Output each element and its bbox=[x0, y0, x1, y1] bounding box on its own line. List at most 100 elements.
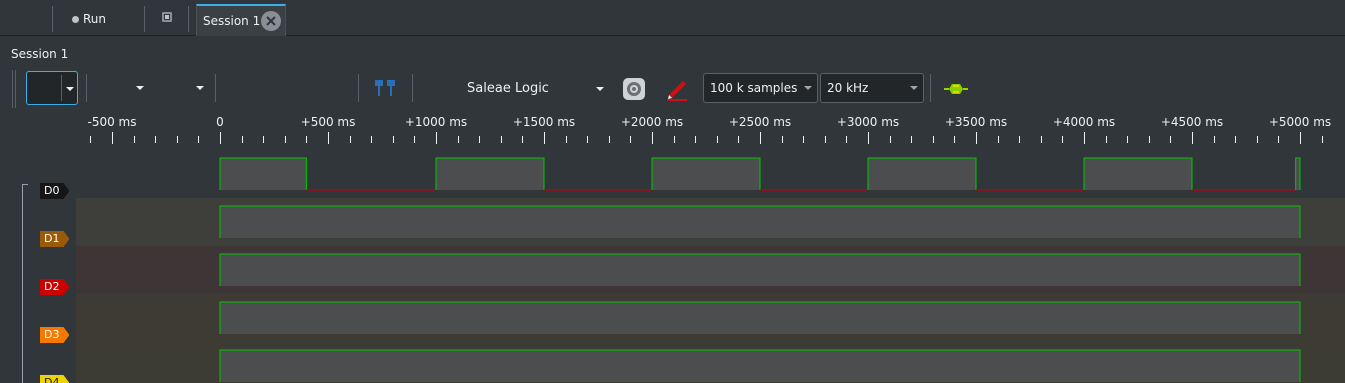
ruler-tick bbox=[1235, 136, 1237, 143]
ruler-tick bbox=[630, 136, 632, 143]
toolbar-separator bbox=[144, 6, 145, 32]
channel-waveform bbox=[219, 205, 1301, 238]
ruler-tick bbox=[1321, 136, 1323, 143]
ruler-tick bbox=[414, 136, 416, 143]
ruler-tick bbox=[328, 132, 329, 144]
ruler-tick bbox=[133, 136, 135, 143]
session-toolbar: Saleae Logic 100 k samples 20 kHz bbox=[0, 68, 1345, 110]
pulse-high bbox=[652, 158, 760, 190]
ruler-tick bbox=[997, 136, 999, 143]
channel-label-d1[interactable]: D1 bbox=[40, 231, 69, 247]
channel-label-d2[interactable]: D2 bbox=[40, 279, 69, 295]
ruler-tick bbox=[198, 136, 200, 143]
configure-device-icon[interactable] bbox=[622, 77, 646, 101]
ruler-tick bbox=[112, 132, 113, 144]
toolbar-separator bbox=[86, 74, 87, 102]
ruler-tick-label: +2500 ms bbox=[728, 115, 792, 129]
ruler-tick bbox=[781, 136, 783, 143]
chevron-down-icon bbox=[196, 86, 204, 90]
ruler-tick bbox=[1213, 136, 1215, 143]
toolbar-separator bbox=[52, 6, 53, 32]
ruler-tick bbox=[954, 136, 956, 143]
close-icon[interactable] bbox=[261, 11, 281, 31]
ruler-tick bbox=[349, 136, 351, 143]
split-divider bbox=[61, 75, 62, 101]
ruler-tick-label: +500 ms bbox=[300, 115, 356, 129]
ruler-tick bbox=[932, 136, 934, 143]
ruler-tick bbox=[760, 132, 761, 144]
ruler-tick-label: +4000 ms bbox=[1052, 115, 1116, 129]
channel-waveform bbox=[219, 349, 1301, 382]
channel-label-d0[interactable]: D0 bbox=[40, 183, 69, 199]
channel-label-d3[interactable]: D3 bbox=[40, 327, 69, 343]
toolbar-separator bbox=[358, 74, 359, 102]
ruler-tick bbox=[220, 132, 221, 144]
toolbar-separator bbox=[188, 6, 189, 32]
ruler-tick bbox=[889, 136, 891, 143]
ruler-tick bbox=[976, 132, 977, 144]
ruler-tick bbox=[1040, 136, 1042, 143]
sample-rate-combo[interactable]: 20 kHz bbox=[820, 73, 924, 103]
run-mode-combo[interactable] bbox=[26, 71, 78, 105]
ruler-tick-label: +2000 ms bbox=[620, 115, 684, 129]
ruler-tick bbox=[673, 136, 675, 143]
sample-count-combo[interactable]: 100 k samples bbox=[703, 73, 818, 103]
session-tab-label: Session 1 bbox=[203, 14, 261, 28]
chevron-down-icon bbox=[910, 86, 918, 90]
ruler-tick-label: -500 ms bbox=[87, 115, 137, 129]
ruler-tick-label: +1500 ms bbox=[512, 115, 576, 129]
ruler-tick bbox=[544, 132, 545, 144]
ruler-tick bbox=[241, 136, 243, 143]
pulse-high bbox=[220, 206, 1300, 238]
pulse-high bbox=[220, 350, 1300, 382]
tab-session-1[interactable]: Session 1 bbox=[196, 4, 286, 36]
pulse-high bbox=[868, 158, 976, 190]
pulse-high bbox=[220, 158, 307, 190]
waveform-view[interactable] bbox=[76, 150, 1345, 383]
channel-group-bracket bbox=[22, 184, 28, 383]
trigger-pen-icon[interactable] bbox=[665, 77, 691, 101]
ruler-tick bbox=[803, 136, 805, 143]
dropdown-1[interactable] bbox=[92, 74, 148, 102]
ruler-tick-label: +3500 ms bbox=[944, 115, 1008, 129]
pulse-high bbox=[1084, 158, 1192, 190]
channel-waveform bbox=[219, 301, 1301, 334]
channel-label-d4[interactable]: D4 bbox=[40, 375, 69, 383]
ruler-tick bbox=[371, 136, 373, 143]
device-select[interactable]: Saleae Logic bbox=[420, 74, 610, 102]
ruler-tick bbox=[716, 136, 718, 143]
ruler-tick bbox=[500, 136, 502, 143]
channel-label-column: D0 D1 D2 D3 D4 bbox=[0, 150, 76, 383]
ruler-tick bbox=[652, 132, 653, 144]
toolbar-grip[interactable] bbox=[12, 70, 16, 108]
add-decoder-icon[interactable] bbox=[944, 81, 968, 97]
toolbar-separator bbox=[215, 74, 216, 102]
ruler-tick bbox=[457, 136, 459, 143]
sample-rate-value: 20 kHz bbox=[827, 81, 869, 95]
ruler-tick-label: 0 bbox=[216, 115, 224, 129]
toolbar-separator bbox=[930, 74, 931, 102]
ruler-tick bbox=[1192, 132, 1193, 144]
ruler-tick bbox=[522, 136, 524, 143]
ruler-tick bbox=[1300, 132, 1301, 144]
ruler-tick bbox=[846, 136, 848, 143]
probe-icon[interactable] bbox=[372, 78, 398, 98]
new-session-icon[interactable] bbox=[160, 10, 174, 24]
ruler-tick bbox=[695, 136, 697, 143]
ruler-tick bbox=[1256, 136, 1258, 143]
dropdown-2[interactable] bbox=[152, 74, 208, 102]
ruler-tick bbox=[306, 136, 308, 143]
ruler-tick bbox=[176, 136, 178, 143]
ruler-tick-label: +5000 ms bbox=[1268, 115, 1332, 129]
run-label: Run bbox=[83, 12, 107, 26]
channel-waveform bbox=[219, 253, 1301, 286]
ruler-tick bbox=[738, 136, 740, 143]
run-status-icon bbox=[72, 15, 79, 23]
time-ruler[interactable]: -500 ms 0 +500 ms +1000 ms +1500 ms +2000 ms +… bbox=[76, 112, 1345, 150]
pulse-high bbox=[436, 158, 544, 190]
ruler-tick bbox=[587, 136, 589, 143]
run-button[interactable]: Run bbox=[66, 8, 112, 30]
ruler-tick-label: +4500 ms bbox=[1160, 115, 1224, 129]
ruler-tick bbox=[479, 136, 481, 143]
toolbar-separator bbox=[412, 74, 413, 102]
